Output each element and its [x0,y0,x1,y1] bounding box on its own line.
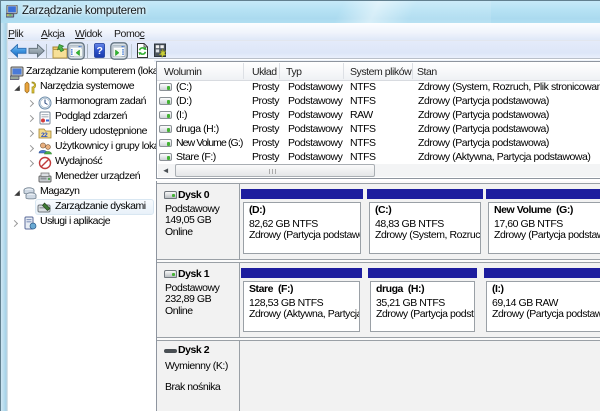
svg-text:22: 22 [41,132,48,139]
svg-text:?: ? [97,45,103,57]
